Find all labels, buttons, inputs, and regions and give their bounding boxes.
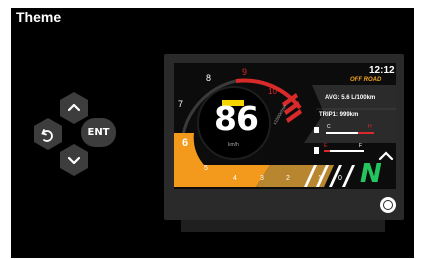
gear-tick: 0 [338,175,342,182]
rpm-tick: 8 [206,73,212,83]
avg-consumption: AVG: 5.6 L/100km [325,95,376,101]
temp-icon [314,127,319,133]
fuel-empty-label: E [324,143,328,149]
rpm-tick: 3 [260,175,264,182]
rpm-tick: 7 [178,99,184,109]
up-button[interactable] [60,92,88,124]
rpm-tick: 4 [233,175,237,182]
dashboard-screen: 12:12 OFF ROAD 86 km/h x1000r/min AVG: 5… [174,63,396,189]
home-button[interactable] [380,197,396,213]
theme-screen: Theme ENT 12:12 OFF ROAD 86 km/h x1000r/… [0,0,425,259]
rpm-tick: 2 [286,175,290,182]
speed-unit: km/h [228,142,239,148]
back-button[interactable] [34,118,62,150]
clock: 12:12 [369,65,395,76]
gear-indicator: N [360,159,382,189]
device-base [181,220,385,232]
rpm-tick: 10 [268,87,277,96]
temp-hot-label: H [368,124,372,130]
enter-button[interactable]: ENT [81,118,116,147]
rpm-tick: 5 [204,165,208,172]
fuel-full-label: F [359,143,363,149]
riding-mode: OFF ROAD [350,77,382,83]
fuel-icon [314,147,319,154]
rpm-tick: 6 [182,137,189,149]
trip-distance: TRIP1: 999km [319,112,359,118]
down-button[interactable] [60,144,88,176]
rpm-tick: 9 [242,67,248,77]
page-title: Theme [16,9,62,25]
temp-cold-label: C [327,124,331,130]
speed-value: 86 [214,99,259,138]
rpm-tick: 1 [318,175,322,182]
